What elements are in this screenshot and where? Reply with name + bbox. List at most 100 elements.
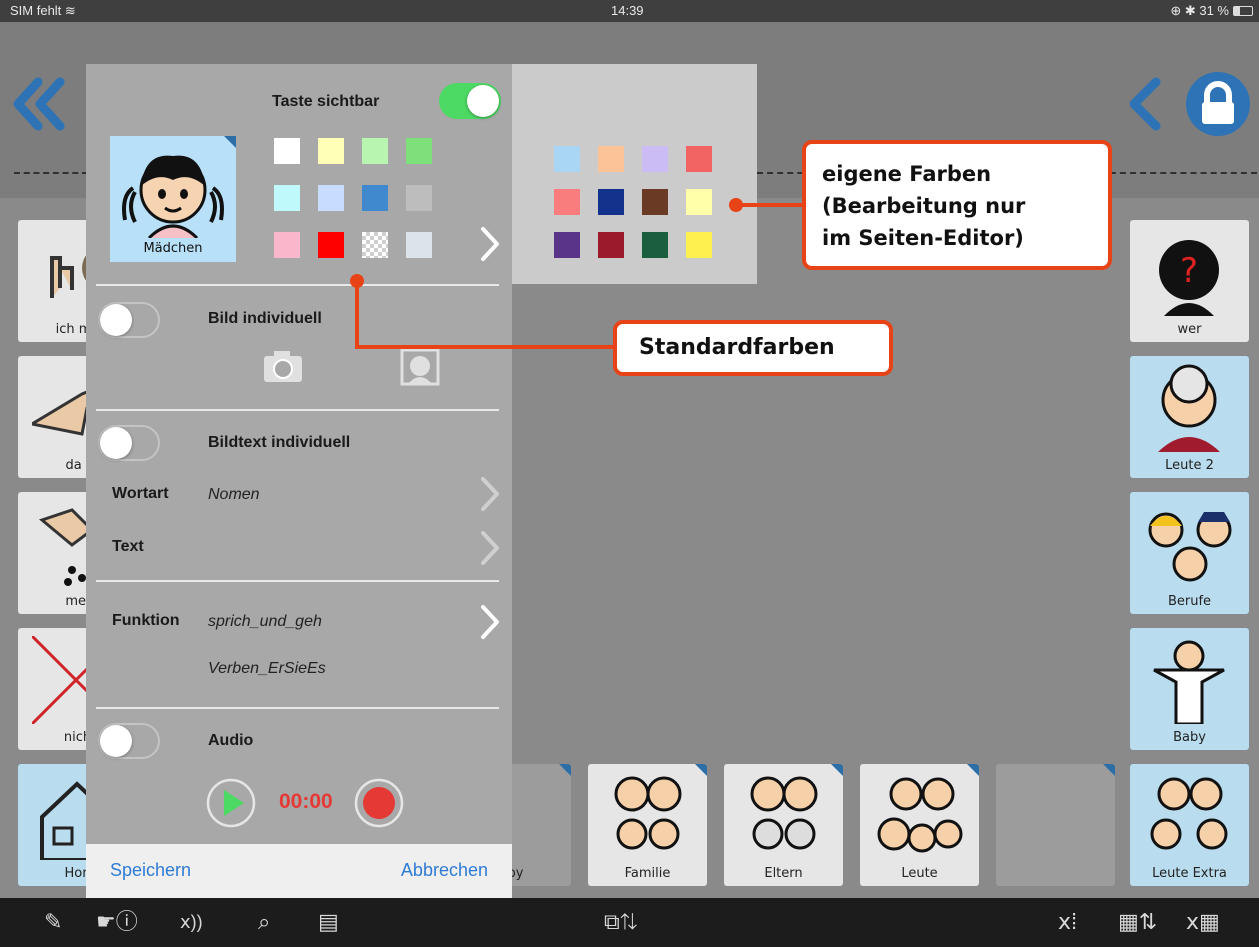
own-color-swatch[interactable] bbox=[554, 189, 580, 215]
photo-library-icon[interactable] bbox=[400, 348, 440, 386]
imagetext-individual-label: Bildtext individuell bbox=[208, 434, 351, 451]
baby-icon bbox=[1153, 640, 1225, 724]
own-color-swatch[interactable] bbox=[686, 189, 712, 215]
standard-color-swatch[interactable] bbox=[274, 232, 300, 258]
wordtype-label: Wortart bbox=[112, 485, 169, 502]
girl-face-icon bbox=[122, 155, 224, 238]
play-icon[interactable] bbox=[206, 778, 256, 828]
standard-color-swatch[interactable] bbox=[362, 138, 388, 164]
camera-icon[interactable] bbox=[262, 348, 304, 384]
people-extra-icon bbox=[1150, 777, 1228, 850]
standard-color-swatch[interactable] bbox=[274, 185, 300, 211]
own-colors-panel bbox=[512, 64, 757, 284]
search-icon[interactable]: ⌕ bbox=[258, 908, 270, 936]
bottom-toolbar: ✎ ☛ⓘ ⅹ)) ⌕ ▤ ⧉⇅ ⅹ⁞ ▦⇅ ⅹ▦ bbox=[0, 898, 1259, 947]
symbol-tile[interactable]: Leute Extra bbox=[1130, 764, 1249, 886]
wordtype-value: Nomen bbox=[208, 486, 260, 503]
person-settings-icon[interactable]: ⅹ⁞ bbox=[1058, 908, 1077, 936]
function-value: sprich_und_geh bbox=[208, 613, 322, 630]
chevron-left-icon[interactable] bbox=[1122, 74, 1166, 134]
standard-color-swatch[interactable] bbox=[406, 185, 432, 211]
symbol-tile[interactable]: Leute bbox=[860, 764, 979, 886]
toggle-knob bbox=[100, 304, 132, 336]
lock-icon[interactable] bbox=[1184, 70, 1252, 138]
own-color-swatch[interactable] bbox=[686, 232, 712, 258]
symbol-tile[interactable] bbox=[996, 764, 1115, 886]
sentence-line-left bbox=[14, 172, 88, 174]
tile-label: Baby bbox=[1173, 730, 1206, 745]
audio-time: 00:00 bbox=[279, 790, 333, 813]
grid-switch-icon[interactable]: ▦⇅ bbox=[1118, 908, 1157, 936]
standard-color-swatch[interactable] bbox=[406, 232, 432, 258]
parents-icon bbox=[750, 776, 818, 850]
battery-percent: ⊕ ✱ 31 % bbox=[1170, 3, 1229, 18]
chevron-right-icon[interactable] bbox=[480, 604, 500, 640]
wifi-icon: ≋ bbox=[64, 3, 76, 18]
tile-label: Leute Extra bbox=[1152, 866, 1227, 881]
chevron-right-icon[interactable] bbox=[480, 226, 500, 262]
divider bbox=[96, 580, 499, 582]
symbol-tile[interactable]: ? wer bbox=[1130, 220, 1249, 342]
record-icon[interactable] bbox=[354, 778, 404, 828]
screen: SIM fehlt ≋ 14:39 ⊕ ✱ 31 % ich mö da i m… bbox=[0, 0, 1259, 947]
folder-corner-icon bbox=[967, 764, 979, 776]
audio-toggle[interactable] bbox=[98, 723, 160, 759]
own-color-swatch[interactable] bbox=[598, 232, 624, 258]
standard-color-swatch[interactable] bbox=[318, 232, 344, 258]
tile-label: Familie bbox=[624, 866, 671, 881]
pointing-info-icon[interactable]: ☛ⓘ bbox=[96, 908, 138, 936]
symbol-tile[interactable]: Familie bbox=[588, 764, 707, 886]
tile-label: wer bbox=[1177, 322, 1202, 337]
audio-label: Audio bbox=[208, 732, 254, 749]
standard-color-swatch[interactable] bbox=[318, 185, 344, 211]
pencil-icon[interactable]: ✎ bbox=[44, 908, 62, 936]
document-icon[interactable]: ▤ bbox=[318, 908, 339, 936]
visible-toggle-label: Taste sichtbar bbox=[272, 93, 380, 110]
family-icon bbox=[614, 776, 682, 850]
page-switch-icon[interactable]: ⧉⇅ bbox=[604, 908, 637, 936]
clock: 14:39 bbox=[611, 3, 644, 18]
symbol-tile[interactable]: Leute 2 bbox=[1130, 356, 1249, 478]
symbol-preview[interactable]: Mädchen bbox=[110, 136, 236, 262]
image-individual-toggle[interactable] bbox=[98, 302, 160, 338]
cancel-button[interactable]: Abbrechen bbox=[401, 860, 488, 881]
own-color-swatch[interactable] bbox=[598, 146, 624, 172]
chevron-right-icon[interactable] bbox=[480, 530, 500, 566]
own-color-swatch[interactable] bbox=[598, 189, 624, 215]
function-value-2: Verben_ErSieEs bbox=[208, 660, 326, 677]
standard-color-swatch[interactable] bbox=[362, 185, 388, 211]
text-label: Text bbox=[112, 538, 144, 555]
save-button[interactable]: Speichern bbox=[110, 860, 191, 881]
folder-corner-icon bbox=[1103, 764, 1115, 776]
folder-corner-icon bbox=[559, 764, 571, 776]
own-color-swatch[interactable] bbox=[686, 146, 712, 172]
own-color-swatch[interactable] bbox=[642, 146, 668, 172]
standard-colors-callout: Standardfarben bbox=[613, 320, 893, 376]
own-color-swatch[interactable] bbox=[642, 189, 668, 215]
standard-color-swatch[interactable] bbox=[274, 138, 300, 164]
double-chevron-left-icon[interactable] bbox=[10, 74, 70, 134]
chevron-right-icon[interactable] bbox=[480, 476, 500, 512]
svg-text:?: ? bbox=[1180, 251, 1198, 291]
callout-dot bbox=[729, 198, 743, 212]
standard-color-swatch[interactable] bbox=[406, 138, 432, 164]
symbol-tile[interactable]: Baby bbox=[1130, 628, 1249, 750]
symbol-tile[interactable]: Berufe bbox=[1130, 492, 1249, 614]
standard-color-swatch[interactable] bbox=[362, 232, 388, 258]
symbol-tile[interactable]: Eltern bbox=[724, 764, 843, 886]
image-individual-label: Bild individuell bbox=[208, 310, 322, 327]
speaker-person-icon[interactable]: ⅹ)) bbox=[180, 908, 203, 936]
panel-footer: Speichern Abbrechen bbox=[86, 844, 512, 898]
standard-color-swatch[interactable] bbox=[318, 138, 344, 164]
visible-toggle[interactable] bbox=[439, 83, 501, 119]
person-grid-icon[interactable]: ⅹ▦ bbox=[1186, 908, 1220, 936]
question-head-icon: ? bbox=[1159, 240, 1219, 316]
divider bbox=[96, 409, 499, 411]
own-color-swatch[interactable] bbox=[554, 232, 580, 258]
own-color-swatch[interactable] bbox=[554, 146, 580, 172]
tile-label: Eltern bbox=[764, 866, 803, 881]
own-color-swatch[interactable] bbox=[642, 232, 668, 258]
function-label: Funktion bbox=[112, 612, 180, 629]
status-bar: SIM fehlt ≋ 14:39 ⊕ ✱ 31 % bbox=[0, 0, 1259, 22]
imagetext-individual-toggle[interactable] bbox=[98, 425, 160, 461]
